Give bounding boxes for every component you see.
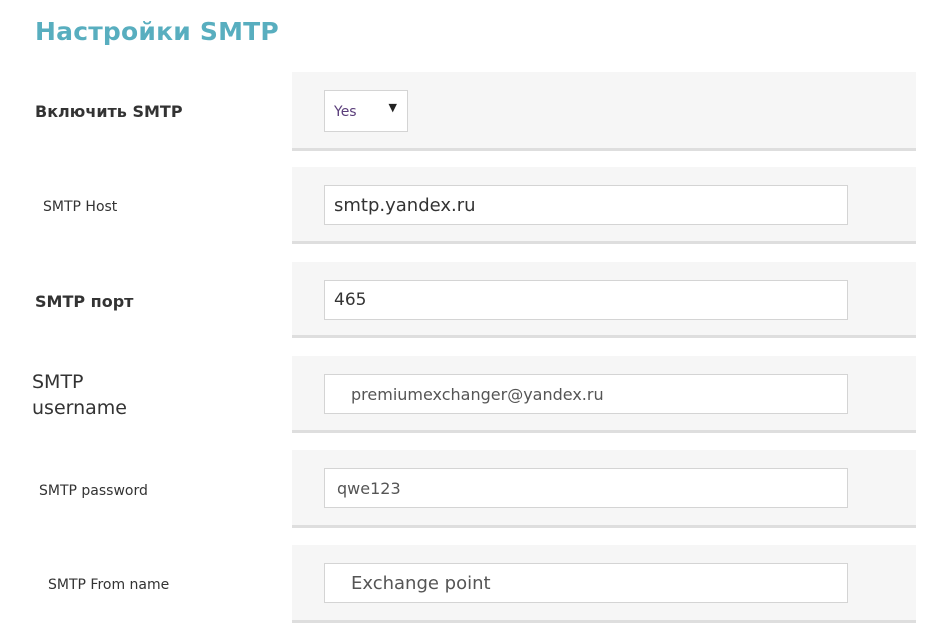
smtp-username-input[interactable] bbox=[324, 374, 848, 414]
smtp-host-label: SMTP Host bbox=[43, 199, 118, 215]
smtp-password-input[interactable] bbox=[324, 468, 848, 508]
smtp-host-input[interactable] bbox=[324, 185, 848, 225]
smtp-from-name-input[interactable] bbox=[324, 563, 848, 603]
page-title: Настройки SMTP bbox=[35, 17, 279, 46]
chevron-down-icon: ▼ bbox=[388, 101, 397, 114]
smtp-from-name-label: SMTP From name bbox=[48, 577, 170, 593]
enable-smtp-label: Включить SMTP bbox=[35, 102, 183, 121]
smtp-username-label: SMTP username bbox=[32, 371, 127, 419]
smtp-password-label: SMTP password bbox=[39, 483, 148, 499]
smtp-port-input[interactable] bbox=[324, 280, 848, 320]
enable-smtp-selected-value: Yes bbox=[334, 104, 357, 120]
enable-smtp-select[interactable]: Yes ▼ bbox=[324, 90, 408, 132]
smtp-port-label: SMTP порт bbox=[35, 292, 134, 311]
